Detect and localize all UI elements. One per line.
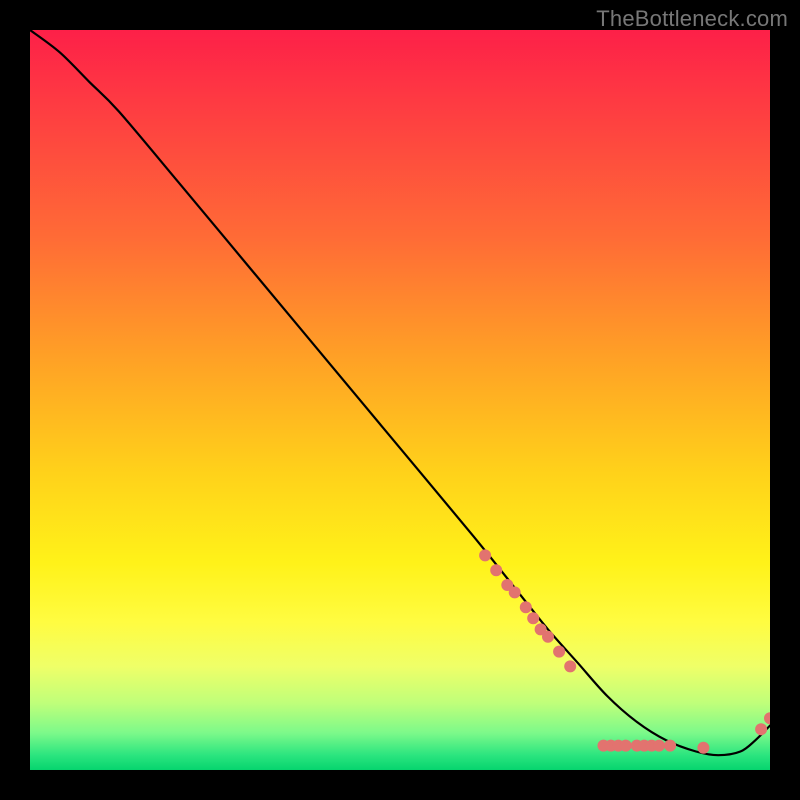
data-marker [553,646,565,658]
chart-container: TheBottleneck.com [0,0,800,800]
data-marker [564,660,576,672]
data-marker [620,740,632,752]
data-marker [653,740,665,752]
curve-line [30,30,770,755]
data-marker [527,612,539,624]
data-marker [520,601,532,613]
data-marker [509,586,521,598]
data-marker [490,564,502,576]
chart-svg [30,30,770,770]
data-marker [542,631,554,643]
data-marker [697,742,709,754]
data-marker [755,723,767,735]
data-marker [664,740,676,752]
watermark-text: TheBottleneck.com [596,6,788,32]
data-markers [479,549,770,753]
data-marker [764,712,770,724]
data-marker [479,549,491,561]
plot-area [30,30,770,770]
